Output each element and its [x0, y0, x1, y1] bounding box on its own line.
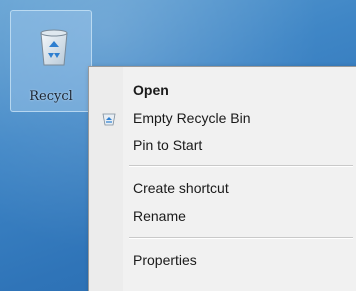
menu-item-label: Rename [133, 208, 186, 224]
menu-item-create-shortcut[interactable]: Create shortcut [91, 177, 355, 201]
menu-item-label: Empty Recycle Bin [133, 110, 251, 126]
menu-item-rename[interactable]: Rename [91, 205, 355, 229]
menu-item-label: Properties [133, 252, 197, 268]
context-menu: Open Empty Recycle Bin Pin to Start Crea… [88, 66, 356, 291]
menu-item-empty-recycle-bin[interactable]: Empty Recycle Bin [91, 107, 355, 131]
menu-separator [129, 165, 353, 167]
menu-item-pin-to-start[interactable]: Pin to Start [91, 134, 355, 158]
recycle-bin-desktop-icon[interactable]: Recycl [10, 10, 92, 112]
recycle-shield-icon [102, 113, 116, 126]
recycle-bin-icon [40, 29, 68, 66]
menu-item-label: Create shortcut [133, 180, 229, 196]
desktop-background[interactable]: Recycl Open Empty Recycle Bin Pin to Sta… [0, 0, 356, 291]
menu-item-open[interactable]: Open [91, 79, 355, 103]
menu-item-label: Pin to Start [133, 137, 203, 153]
menu-item-properties[interactable]: Properties [91, 249, 355, 273]
recycle-bin-label: Recycl [29, 89, 73, 104]
menu-item-label: Open [133, 82, 169, 98]
menu-separator [129, 237, 353, 239]
